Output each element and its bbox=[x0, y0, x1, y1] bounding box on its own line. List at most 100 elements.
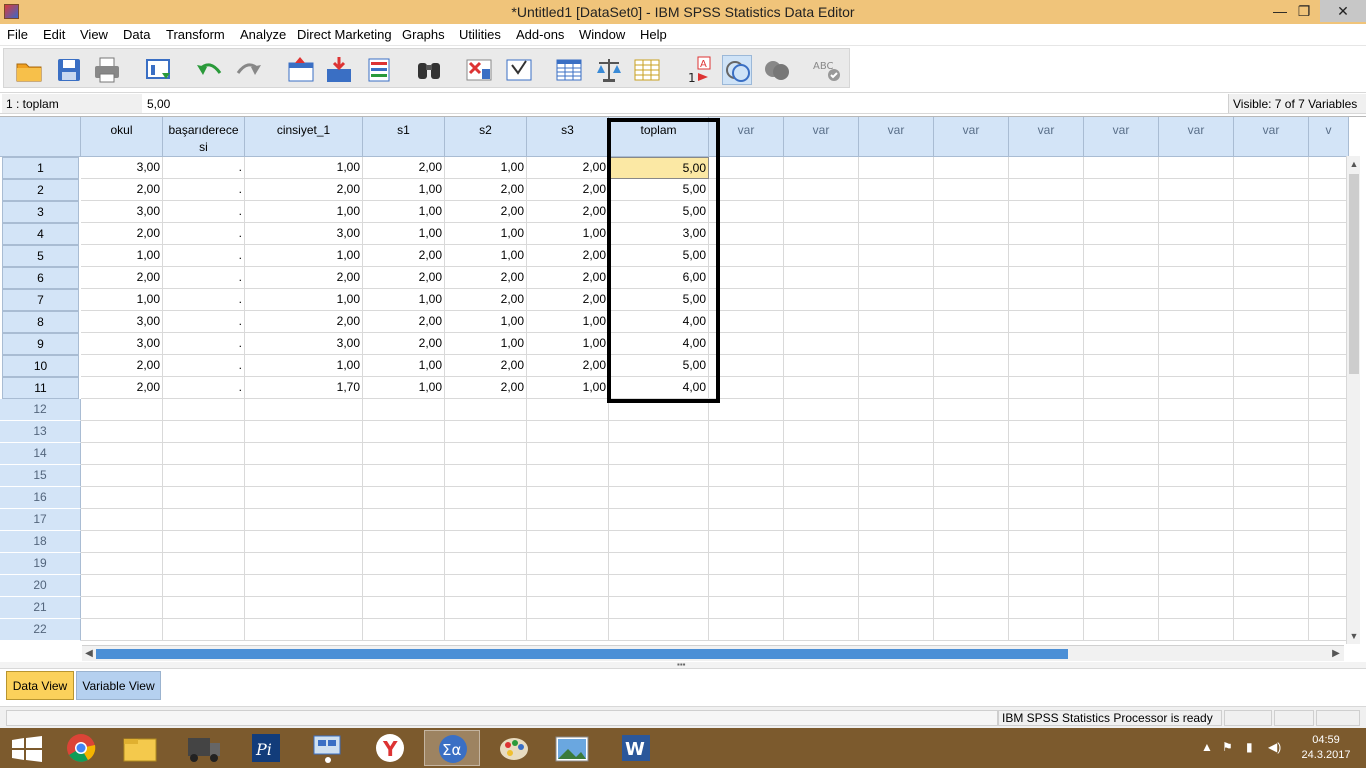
variables-icon[interactable] bbox=[364, 55, 394, 85]
table-cell-empty[interactable] bbox=[859, 553, 934, 575]
table-cell-empty[interactable] bbox=[1084, 443, 1159, 465]
file-explorer-icon[interactable] bbox=[112, 730, 168, 766]
table-cell[interactable]: 2,00 bbox=[363, 267, 445, 289]
table-cell[interactable]: 4,00 bbox=[609, 333, 709, 355]
network-app-icon[interactable] bbox=[300, 730, 356, 766]
find-icon[interactable] bbox=[414, 55, 444, 85]
table-cell[interactable]: 5,00 bbox=[609, 289, 709, 311]
table-cell-empty[interactable] bbox=[1084, 289, 1159, 311]
table-cell-empty[interactable] bbox=[709, 179, 784, 201]
column-header-var[interactable]: var bbox=[859, 117, 934, 157]
table-cell[interactable]: 1,00 bbox=[445, 157, 527, 179]
row-header[interactable]: 15 bbox=[0, 465, 81, 487]
table-cell-empty[interactable] bbox=[709, 311, 784, 333]
table-cell[interactable]: . bbox=[163, 223, 245, 245]
table-cell[interactable]: 2,00 bbox=[81, 179, 163, 201]
table-cell[interactable]: 2,00 bbox=[445, 377, 527, 399]
table-cell-empty[interactable] bbox=[1159, 311, 1234, 333]
row-header[interactable]: 17 bbox=[0, 509, 81, 531]
table-cell-empty[interactable] bbox=[1084, 267, 1159, 289]
menu-add-ons[interactable]: Add-ons bbox=[516, 27, 564, 42]
table-cell[interactable] bbox=[81, 399, 163, 421]
table-cell[interactable] bbox=[527, 487, 609, 509]
table-cell-empty[interactable] bbox=[1009, 465, 1084, 487]
table-cell-empty[interactable] bbox=[1234, 553, 1309, 575]
table-cell[interactable] bbox=[245, 597, 363, 619]
table-cell-empty[interactable] bbox=[1234, 619, 1309, 641]
table-cell-empty[interactable] bbox=[784, 619, 859, 641]
table-cell-empty[interactable] bbox=[1234, 201, 1309, 223]
menu-graphs[interactable]: Graphs bbox=[402, 27, 445, 42]
table-cell[interactable]: 2,00 bbox=[527, 179, 609, 201]
table-cell-empty[interactable] bbox=[1159, 333, 1234, 355]
table-cell[interactable]: 2,00 bbox=[527, 245, 609, 267]
menu-view[interactable]: View bbox=[80, 27, 108, 42]
table-cell[interactable] bbox=[245, 399, 363, 421]
table-cell[interactable]: 5,00 bbox=[609, 245, 709, 267]
table-cell[interactable]: 1,00 bbox=[245, 201, 363, 223]
undo-icon[interactable] bbox=[194, 55, 224, 85]
table-cell-empty[interactable] bbox=[784, 509, 859, 531]
table-cell[interactable]: 2,00 bbox=[445, 201, 527, 223]
row-header[interactable]: 8 bbox=[2, 311, 79, 333]
table-cell[interactable] bbox=[163, 487, 245, 509]
vertical-scrollbar[interactable]: ▲ ▼ bbox=[1346, 156, 1360, 644]
table-cell[interactable]: . bbox=[163, 289, 245, 311]
table-cell-empty[interactable] bbox=[1009, 333, 1084, 355]
table-cell-empty[interactable] bbox=[1084, 509, 1159, 531]
table-cell[interactable] bbox=[445, 443, 527, 465]
table-cell-empty[interactable] bbox=[1084, 333, 1159, 355]
table-cell-empty[interactable] bbox=[1009, 597, 1084, 619]
table-cell[interactable]: . bbox=[163, 311, 245, 333]
table-cell-empty[interactable] bbox=[1084, 157, 1159, 179]
photos-icon[interactable] bbox=[544, 730, 600, 766]
table-cell-empty[interactable] bbox=[1009, 245, 1084, 267]
table-cell-empty[interactable] bbox=[1159, 509, 1234, 531]
table-cell[interactable] bbox=[609, 575, 709, 597]
table-cell[interactable] bbox=[81, 465, 163, 487]
table-cell-empty[interactable] bbox=[784, 179, 859, 201]
table-cell-empty[interactable] bbox=[1234, 311, 1309, 333]
table-cell-empty[interactable] bbox=[1309, 223, 1349, 245]
table-cell-empty[interactable] bbox=[1159, 597, 1234, 619]
table-cell[interactable]: 1,00 bbox=[363, 289, 445, 311]
table-cell[interactable] bbox=[163, 443, 245, 465]
table-cell-empty[interactable] bbox=[1234, 355, 1309, 377]
table-cell[interactable] bbox=[163, 619, 245, 641]
table-cell-empty[interactable] bbox=[784, 465, 859, 487]
table-cell-empty[interactable] bbox=[1084, 531, 1159, 553]
table-cell-empty[interactable] bbox=[934, 179, 1009, 201]
table-cell-empty[interactable] bbox=[1084, 201, 1159, 223]
table-cell-empty[interactable] bbox=[1009, 311, 1084, 333]
table-cell-empty[interactable] bbox=[1309, 377, 1349, 399]
table-cell-empty[interactable] bbox=[1084, 597, 1159, 619]
row-header[interactable]: 22 bbox=[0, 619, 81, 641]
table-cell-empty[interactable] bbox=[1084, 179, 1159, 201]
table-cell[interactable] bbox=[609, 597, 709, 619]
table-cell-empty[interactable] bbox=[934, 487, 1009, 509]
table-cell-empty[interactable] bbox=[934, 531, 1009, 553]
row-header[interactable]: 12 bbox=[0, 399, 81, 421]
row-header[interactable]: 1 bbox=[2, 157, 79, 179]
table-cell[interactable]: 2,00 bbox=[527, 267, 609, 289]
table-cell-empty[interactable] bbox=[1084, 421, 1159, 443]
table-cell[interactable]: 1,00 bbox=[363, 355, 445, 377]
goto-case-icon[interactable] bbox=[286, 55, 316, 85]
table-cell-empty[interactable] bbox=[1009, 377, 1084, 399]
table-cell[interactable]: 1,00 bbox=[81, 289, 163, 311]
table-cell-empty[interactable] bbox=[784, 377, 859, 399]
column-header-var[interactable]: var bbox=[1084, 117, 1159, 157]
table-cell-empty[interactable] bbox=[859, 465, 934, 487]
table-cell-empty[interactable] bbox=[784, 443, 859, 465]
table-cell[interactable] bbox=[527, 575, 609, 597]
table-cell-empty[interactable] bbox=[934, 465, 1009, 487]
table-cell-empty[interactable] bbox=[709, 421, 784, 443]
spss-icon[interactable]: Σα bbox=[424, 730, 480, 766]
menu-file[interactable]: File bbox=[7, 27, 28, 42]
table-cell[interactable] bbox=[81, 531, 163, 553]
table-cell-empty[interactable] bbox=[1009, 201, 1084, 223]
table-cell-empty[interactable] bbox=[1234, 333, 1309, 355]
grid-corner[interactable] bbox=[0, 117, 81, 157]
table-cell[interactable]: 1,00 bbox=[445, 333, 527, 355]
row-header[interactable]: 3 bbox=[2, 201, 79, 223]
